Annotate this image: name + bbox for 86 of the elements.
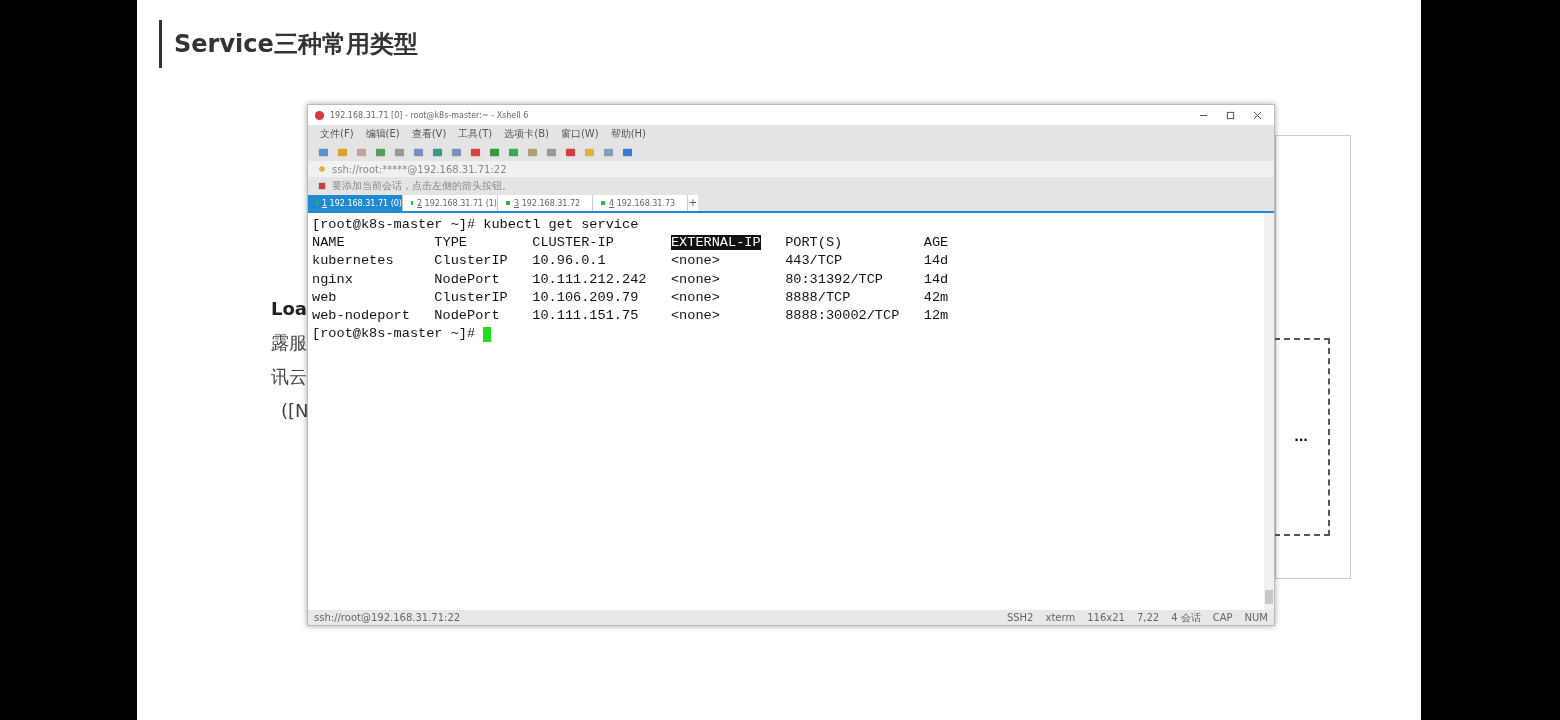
app-icon [314, 109, 325, 121]
shell-prompt: [root@k8s-master ~]# [312, 325, 476, 344]
table-cell: kubernetes [312, 253, 394, 269]
toolbar-icon[interactable] [413, 146, 424, 158]
table-cell: 42m [923, 289, 949, 305]
column-header: NAME [312, 235, 345, 251]
new-tab-button[interactable]: + [688, 195, 698, 211]
command-line: [root@k8s-master ~]# kubectl get service [312, 216, 640, 234]
table-cell: ClusterIP [434, 289, 508, 305]
toolbar-icon[interactable] [337, 146, 348, 158]
toolbar-icon[interactable] [394, 146, 405, 158]
session-tab[interactable]: 3 192.168.31.72 [498, 195, 593, 211]
table-cell: web-nodeport [312, 308, 410, 323]
table-cell: 80:31392/TCP [785, 271, 884, 287]
toolbar-icon[interactable] [508, 146, 519, 158]
table-cell: NodePort [434, 308, 500, 323]
scrollbar[interactable] [1264, 213, 1274, 610]
session-tab[interactable]: 2 192.168.31.71 (1) [403, 195, 498, 211]
session-tab[interactable]: 4 192.168.31.73 [593, 195, 688, 211]
ellipsis-text: ... [1294, 430, 1308, 444]
text-cursor [483, 326, 492, 342]
column-header: AGE [923, 235, 949, 251]
toolbar-icon[interactable] [622, 146, 633, 158]
status-text: 116x21 [1087, 612, 1125, 623]
status-text: xterm [1045, 612, 1076, 623]
menu-item[interactable]: 文件(F) [320, 127, 354, 141]
toolbar-icon[interactable] [356, 146, 367, 158]
slide-text: 讯云 [271, 365, 308, 389]
column-header: EXTERNAL-IP [670, 235, 761, 251]
session-icon [318, 182, 326, 190]
table-cell: 14d [923, 253, 949, 269]
column-header: PORT(S) [785, 235, 843, 251]
menu-item[interactable]: 选项卡(B) [504, 127, 549, 141]
address-field[interactable]: ssh://root:*****@192.168.31.71:22 [332, 163, 507, 175]
menu-item[interactable]: 窗口(W) [560, 127, 599, 141]
table-cell: 10.96.0.1 [532, 253, 606, 269]
table-cell: 8888/TCP [785, 289, 851, 305]
session-tab[interactable]: 1 192.168.31.71 (0) [308, 195, 403, 211]
window-title: 192.168.31.71 [0] - root@k8s-master:~ - Xshell 6 [330, 110, 530, 120]
close-icon[interactable] [1253, 110, 1262, 120]
table-cell: nginx [312, 271, 353, 287]
slide-text: 露服 [271, 331, 308, 355]
toolbar-icon[interactable] [489, 146, 500, 158]
toolbar-icon[interactable] [451, 146, 462, 158]
session-hint: 要添加当前会话，点击左侧的箭头按钮。 [332, 179, 512, 193]
table-cell: ClusterIP [434, 253, 508, 269]
menu-item[interactable]: 查看(V) [411, 127, 447, 141]
toolbar-icon[interactable] [375, 146, 386, 158]
status-text: ssh://root@192.168.31.71:22 [314, 612, 461, 623]
table-cell: <none> [670, 271, 720, 287]
table-cell: 10.111.212.242 [532, 271, 647, 287]
table-cell: 443/TCP [785, 253, 843, 269]
maximize-icon[interactable] [1226, 110, 1235, 120]
table-cell: web [312, 289, 337, 305]
table-cell: 12m [923, 308, 949, 323]
toolbar-icon[interactable] [565, 146, 576, 158]
slide-text: ([N [281, 399, 309, 423]
table-cell: NodePort [434, 271, 500, 287]
toolbar-icon[interactable] [546, 146, 557, 158]
slide-text: Loa [271, 297, 308, 321]
column-header: CLUSTER-IP [532, 235, 614, 251]
status-text: NUM [1244, 612, 1268, 623]
menu-item[interactable]: 帮助(H) [610, 127, 646, 141]
table-cell: <none> [670, 253, 720, 269]
toolbar-icon[interactable] [470, 146, 481, 158]
key-icon [318, 165, 326, 173]
status-text: 7,22 [1136, 612, 1160, 623]
toolbar-icon[interactable] [527, 146, 538, 158]
column-header: TYPE [434, 235, 467, 251]
toolbar-icon[interactable] [432, 146, 443, 158]
table-cell: 14d [923, 271, 949, 287]
menu-item[interactable]: 工具(T) [458, 127, 493, 141]
status-text: SSH2 [1006, 612, 1034, 623]
toolbar-icon[interactable] [603, 146, 614, 158]
status-text: 4 会话 [1171, 610, 1201, 625]
table-cell: 10.111.151.75 [532, 308, 639, 323]
toolbar-icon[interactable] [318, 146, 329, 158]
toolbar-icon[interactable] [584, 146, 595, 158]
table-cell: 8888:30002/TCP [785, 308, 900, 323]
table-cell: <none> [670, 289, 720, 305]
scrollbar-thumb[interactable] [1265, 590, 1273, 604]
status-text: CAP [1212, 612, 1233, 623]
table-cell: 10.106.209.79 [532, 289, 639, 305]
menu-item[interactable]: 编辑(E) [365, 127, 400, 141]
slide-title: Service三种常用类型 [174, 29, 418, 60]
table-cell: <none> [670, 308, 720, 323]
